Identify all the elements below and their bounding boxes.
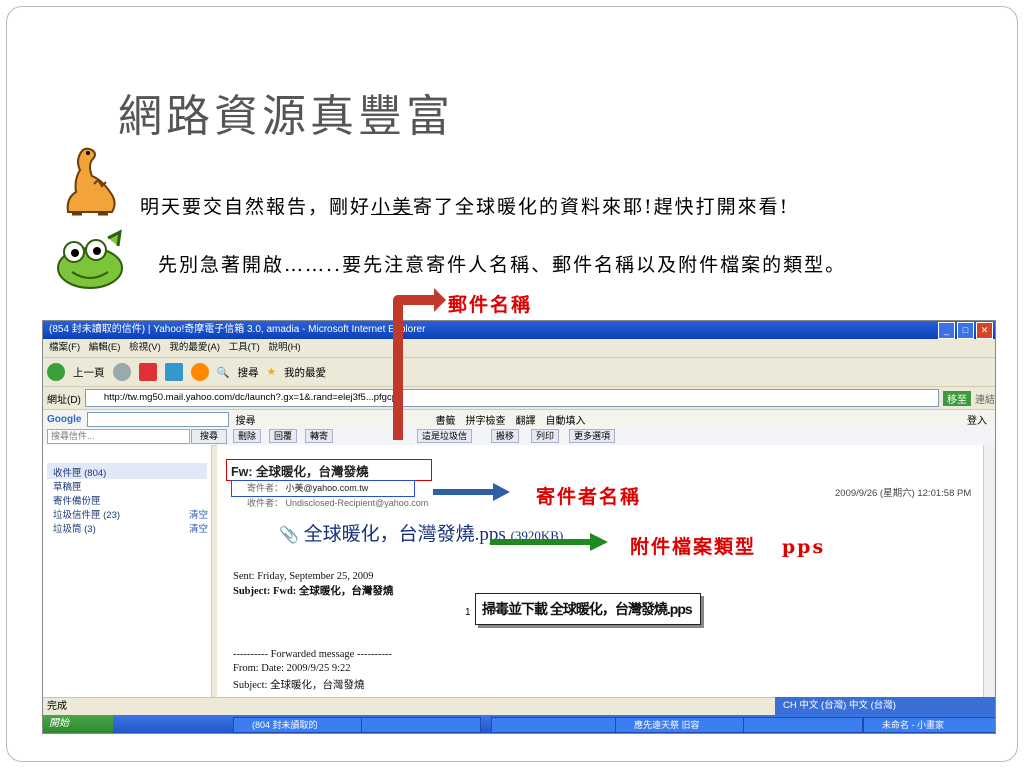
ime-language-bar[interactable]: CH 中文 (台灣) 中文 (台灣)	[775, 697, 995, 715]
forward-icon[interactable]	[112, 363, 131, 381]
clear-trash-link[interactable]: 清空	[189, 521, 208, 535]
annotation-attachment-type: pps	[781, 536, 826, 558]
slide-title: 網路資源真豐富	[118, 91, 454, 142]
annotation-attachment-label: 附件檔案類型	[630, 536, 757, 558]
google-bookmarks[interactable]: 書籤	[435, 412, 455, 427]
folder-sent[interactable]: 寄件備份匣	[53, 493, 101, 507]
mail-toolbar: 搜尋信件... 搜尋 刪除 回覆 轉寄 這是垃圾信 搬移 列印 更多選項	[43, 427, 995, 446]
menu-bar[interactable]: 檔案(F) 編輯(E) 檢視(V) 我的最愛(A) 工具(T) 說明(H)	[43, 339, 995, 358]
search-icon[interactable]: 🔍	[217, 366, 230, 379]
browser-screenshot: (854 封未讀取的信件) | Yahoo!奇摩電子信箱 3.0, amadia…	[42, 320, 996, 734]
taskbar-item[interactable]	[491, 717, 621, 733]
message-scrollbar[interactable]	[983, 445, 995, 715]
folder-sidebar: 收件匣 (804) 草稿匣 寄件備份匣 垃圾信件匣 (23) 清空 垃圾筒 (3…	[43, 445, 212, 715]
delete-button[interactable]: 刪除	[233, 429, 262, 443]
folder-drafts[interactable]: 草稿匣	[53, 479, 82, 493]
login-link[interactable]: 登入	[967, 412, 987, 427]
spam-button[interactable]: 這是垃圾信	[417, 429, 473, 443]
body-sent: Sent: Friday, September 25, 2009	[233, 571, 374, 582]
search-label[interactable]: 搜尋	[238, 365, 259, 380]
annotation-subject: 郵件名稱	[448, 294, 533, 316]
google-search-input[interactable]	[87, 411, 230, 427]
slide-line-1: 明天要交自然報告，剛好小美寄了全球暖化的資料來耶!趕快打開來看!	[140, 192, 789, 219]
window-titlebar: (854 封未讀取的信件) | Yahoo!奇摩電子信箱 3.0, amadia…	[43, 321, 995, 339]
stop-icon[interactable]	[138, 363, 157, 381]
folder-spam[interactable]: 垃圾信件匣 (23)	[53, 507, 120, 521]
clear-spam-link[interactable]: 清空	[189, 507, 208, 521]
body-subject: Subject: Fwd: 全球暖化，台灣發燒	[233, 586, 394, 597]
favorites-label[interactable]: 我的最愛	[284, 365, 326, 380]
mail-search-input[interactable]: 搜尋信件...	[47, 429, 190, 444]
sender-address: 小美@yahoo.com.tw	[285, 483, 369, 493]
taskbar-item[interactable]: 未命名 - 小畫家	[863, 717, 995, 733]
recipient-address: Undisclosed-Recipient@yahoo.com	[285, 498, 429, 508]
folder-inbox[interactable]: 收件匣 (804)	[53, 465, 106, 479]
download-popup[interactable]: 掃毒並下載 全球暖化，台灣發燒.pps	[475, 593, 701, 625]
forwarded-from: From: Date: 2009/9/25 9:22	[233, 663, 351, 674]
taskbar-item[interactable]: (804 封未讀取的	[233, 717, 363, 733]
address-label: 網址(D)	[47, 394, 81, 406]
forwarded-separator: ---------- Forwarded message ----------	[233, 649, 392, 660]
attachment-link[interactable]: 📎 全球暖化，台灣發燒.pps (3920KB)	[279, 519, 563, 546]
forward-button[interactable]: 轉寄	[305, 429, 334, 443]
reply-button[interactable]: 回覆	[269, 429, 298, 443]
close-button[interactable]: ✕	[976, 322, 993, 339]
minimize-button[interactable]: _	[938, 322, 955, 339]
frog-icon	[57, 229, 123, 289]
refresh-icon[interactable]	[164, 363, 183, 381]
links-label[interactable]: 連結	[975, 391, 995, 406]
google-search-button[interactable]: 搜尋	[235, 412, 255, 427]
print-button[interactable]: 列印	[531, 429, 560, 443]
message-date: 2009/9/26 (星期六) 12:01:58 PM	[835, 488, 972, 499]
back-label[interactable]: 上一頁	[73, 365, 105, 380]
paperclip-icon: 📎	[279, 527, 299, 544]
taskbar-item[interactable]	[361, 717, 481, 733]
annotation-attachment: 附件檔案類型 pps	[630, 532, 825, 559]
mail-search-button[interactable]: 搜尋	[191, 429, 227, 444]
dinosaur-icon	[66, 147, 116, 216]
google-translate[interactable]: 翻譯	[515, 412, 535, 427]
taskbar-item[interactable]: 應先遠天祭 旧容	[615, 717, 745, 733]
forwarded-subject: Subject: 全球暖化，台灣發燒	[233, 680, 365, 691]
attachment-size: (3920KB)	[510, 528, 564, 543]
google-spellcheck[interactable]: 拼字檢查	[465, 412, 505, 427]
start-button[interactable]: 開始	[43, 715, 113, 733]
address-input[interactable]: http://tw.mg50.mail.yahoo.com/dc/launch?…	[84, 389, 939, 407]
recipient-line: 收件者： Undisclosed-Recipient@yahoo.com	[247, 498, 429, 508]
go-button[interactable]: 移至	[943, 390, 971, 406]
home-icon[interactable]	[190, 363, 209, 381]
back-icon[interactable]	[47, 363, 65, 381]
subject-highlight-box	[226, 459, 432, 481]
address-bar: 網址(D) http://tw.mg50.mail.yahoo.com/dc/l…	[43, 387, 995, 410]
line1-text-a: 明天要交自然報告，剛好	[140, 196, 372, 218]
move-button[interactable]: 搬移	[491, 429, 520, 443]
line1-text-b: 寄了全球暖化的資料來耶!趕快打開來看!	[413, 196, 790, 218]
sender-line: 寄件者： 小美@yahoo.com.tw	[247, 483, 369, 493]
slide-line-2: 先別急著開啟……..要先注意寄件人名稱、郵件名稱以及附件檔案的類型。	[158, 254, 847, 276]
annotation-sender: 寄件者名稱	[536, 486, 642, 508]
folder-trash[interactable]: 垃圾筒 (3)	[53, 521, 96, 535]
attachment-name[interactable]: 全球暖化，台灣發燒.pps	[304, 524, 506, 545]
line1-name: 小美	[371, 196, 414, 218]
more-options-button[interactable]: 更多選項	[569, 429, 616, 443]
maximize-button[interactable]: □	[957, 322, 974, 339]
browser-toolbar: 上一頁 🔍 搜尋 ★ 我的最愛	[43, 358, 995, 387]
taskbar-item[interactable]	[743, 717, 863, 733]
favorites-icon[interactable]: ★	[267, 366, 276, 378]
google-logo: Google	[47, 413, 82, 425]
window-title: (854 封未讀取的信件) | Yahoo!奇摩電子信箱 3.0, amadia…	[49, 324, 426, 335]
google-autofill[interactable]: 自動填入	[545, 412, 585, 427]
popup-number: 1	[465, 607, 471, 618]
taskbar: 開始 (804 封未讀取的 應先遠天祭 旧容 未命名 - 小畫家	[43, 715, 995, 733]
